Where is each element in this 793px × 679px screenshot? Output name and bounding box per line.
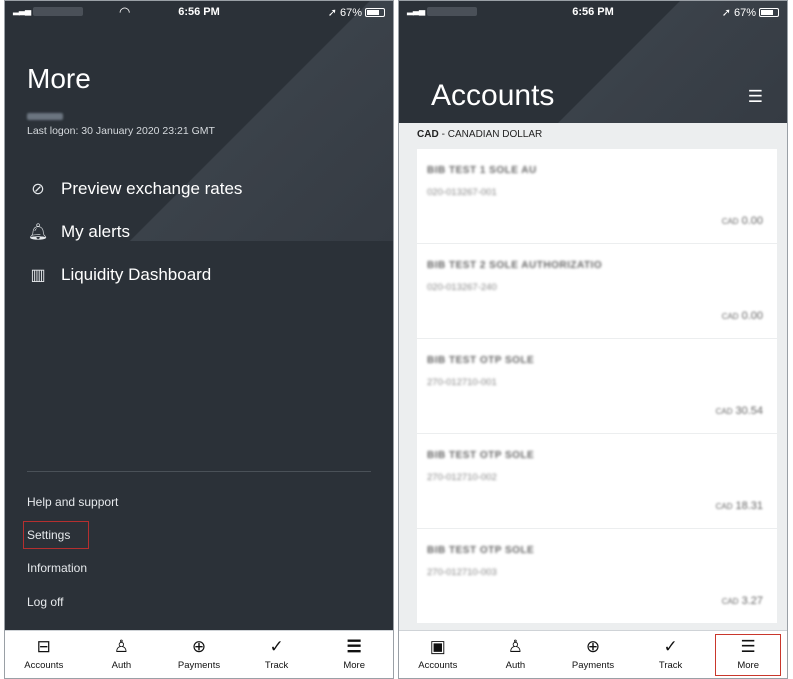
menu-item-label: Preview exchange rates bbox=[61, 179, 243, 198]
status-bar: ▂▃▄ ◠ 6:56 PM ➚ 67% bbox=[5, 1, 393, 23]
nav-label: Accounts bbox=[24, 660, 64, 671]
menu-icon: ☰ bbox=[346, 637, 362, 656]
payments-icon: ⊕ bbox=[191, 637, 207, 656]
information-link[interactable]: Information bbox=[27, 561, 87, 575]
payments-icon: ⊕ bbox=[585, 637, 601, 656]
nav-label: More bbox=[343, 660, 365, 671]
balance-amount: 0.00 bbox=[741, 310, 763, 322]
more-screen: ▂▃▄ ◠ 6:56 PM ➚ 67% More Last logon: 30 … bbox=[4, 0, 394, 679]
account-name: BIB TEST 1 SOLE AU bbox=[427, 165, 537, 176]
accounts-icon: ⊟ bbox=[36, 637, 51, 656]
balance-amount: 18.31 bbox=[735, 500, 763, 512]
account-balance: CAD 3.27 bbox=[722, 595, 763, 607]
balance-currency: CAD bbox=[715, 502, 733, 511]
accounts-icon: ▣ bbox=[429, 637, 446, 656]
accounts-screen: Accounts ☰ ▂▃▄ 6:56 PM ➚ 67% CAD - CANAD… bbox=[398, 0, 788, 679]
section-divider bbox=[27, 471, 371, 472]
page-title: More bbox=[27, 63, 91, 94]
exchange-rate-icon: ⊘ bbox=[31, 181, 45, 198]
settings-link[interactable]: Settings bbox=[27, 528, 70, 542]
nav-label: Track bbox=[264, 660, 289, 671]
last-logon: Last logon: 30 January 2020 23:21 GMT bbox=[27, 125, 215, 137]
menu-item-my-alerts[interactable]: 🔔︎ My alerts bbox=[27, 222, 130, 242]
nav-label: Auth bbox=[111, 660, 132, 671]
filter-sliders-icon[interactable]: ☰ bbox=[748, 87, 763, 107]
account-name: BIB TEST OTP SOLE bbox=[427, 355, 535, 366]
track-icon: ✓ bbox=[269, 637, 284, 656]
account-card[interactable]: BIB TEST OTP SOLE 270-012710-003 CAD 3.27 bbox=[417, 529, 777, 623]
nav-label: Accounts bbox=[418, 660, 458, 671]
nav-payments[interactable]: ⊕ Payments bbox=[554, 631, 632, 678]
menu-item-label: My alerts bbox=[61, 222, 130, 241]
account-balance: CAD 0.00 bbox=[722, 310, 763, 322]
help-and-support-link[interactable]: Help and support bbox=[27, 495, 118, 509]
balance-amount: 30.54 bbox=[735, 405, 763, 417]
nav-label: Payments bbox=[571, 660, 615, 671]
account-balance: CAD 30.54 bbox=[716, 405, 763, 417]
nav-track[interactable]: ✓ Track bbox=[238, 631, 316, 678]
balance-currency: CAD bbox=[715, 407, 733, 416]
account-number: 270-012710-001 bbox=[427, 377, 497, 388]
bell-icon: 🔔︎ bbox=[27, 224, 49, 241]
battery-icon bbox=[365, 8, 385, 17]
battery-indicator: ➚ 67% bbox=[722, 6, 779, 19]
nav-label: Track bbox=[658, 660, 683, 671]
account-balance: CAD 0.00 bbox=[722, 215, 763, 227]
location-arrow-icon: ➚ bbox=[721, 7, 731, 19]
log-off-link[interactable]: Log off bbox=[27, 595, 63, 609]
account-name: BIB TEST OTP SOLE bbox=[427, 450, 535, 461]
menu-item-label: Liquidity Dashboard bbox=[61, 265, 212, 284]
balance-currency: CAD bbox=[721, 217, 739, 226]
account-number: 020-013267-001 bbox=[427, 187, 497, 198]
battery-percent: 67% bbox=[733, 6, 756, 19]
account-card[interactable]: BIB TEST OTP SOLE 270-012710-001 CAD 30.5… bbox=[417, 339, 777, 433]
account-balance: CAD 18.31 bbox=[716, 500, 763, 512]
account-number: 270-012710-002 bbox=[427, 472, 497, 483]
account-number: 020-013267-240 bbox=[427, 282, 497, 293]
header-decoration bbox=[5, 1, 393, 241]
location-arrow-icon: ➚ bbox=[327, 7, 337, 19]
nav-more[interactable]: ☰ More bbox=[709, 631, 787, 678]
bottom-nav: ▣ Accounts ♙ Auth ⊕ Payments ✓ Track ☰ M… bbox=[399, 630, 787, 678]
account-name: BIB TEST 2 SOLE AUTHORIZATIO bbox=[427, 260, 603, 271]
account-number: 270-012710-003 bbox=[427, 567, 497, 578]
currency-code: CAD bbox=[417, 128, 439, 140]
nav-accounts[interactable]: ⊟ Accounts bbox=[5, 631, 83, 678]
account-card[interactable]: BIB TEST OTP SOLE 270-012710-002 CAD 18.3… bbox=[417, 434, 777, 528]
menu-item-preview-exchange-rates[interactable]: ⊘ Preview exchange rates bbox=[27, 179, 242, 199]
account-card[interactable]: BIB TEST 2 SOLE AUTHORIZATIO 020-013267-… bbox=[417, 244, 777, 338]
nav-accounts[interactable]: ▣ Accounts bbox=[399, 631, 477, 678]
nav-label: Payments bbox=[177, 660, 221, 671]
nav-payments[interactable]: ⊕ Payments bbox=[160, 631, 238, 678]
balance-currency: CAD bbox=[721, 312, 739, 321]
bottom-nav: ⊟ Accounts ♙ Auth ⊕ Payments ✓ Track ☰ M… bbox=[5, 630, 393, 678]
account-card[interactable]: BIB TEST 1 SOLE AU 020-013267-001 CAD 0.0… bbox=[417, 149, 777, 243]
battery-percent: 67% bbox=[339, 6, 362, 19]
menu-item-liquidity-dashboard[interactable]: ▥ Liquidity Dashboard bbox=[27, 265, 211, 285]
currency-name: - CANADIAN DOLLAR bbox=[441, 128, 543, 140]
account-name: BIB TEST OTP SOLE bbox=[427, 545, 535, 556]
nav-track[interactable]: ✓ Track bbox=[632, 631, 710, 678]
battery-icon bbox=[759, 8, 779, 17]
balance-amount: 3.27 bbox=[741, 595, 763, 607]
nav-label: Auth bbox=[505, 660, 526, 671]
currency-group-header: CAD - CANADIAN DOLLAR bbox=[399, 123, 787, 145]
auth-stamp-icon: ♙ bbox=[113, 637, 130, 656]
status-bar: ▂▃▄ 6:56 PM ➚ 67% bbox=[399, 1, 787, 23]
page-title: Accounts bbox=[431, 79, 555, 112]
balance-amount: 0.00 bbox=[741, 215, 763, 227]
account-list: BIB TEST 1 SOLE AU 020-013267-001 CAD 0.0… bbox=[417, 149, 777, 624]
auth-stamp-icon: ♙ bbox=[507, 637, 524, 656]
accounts-list-area: CAD - CANADIAN DOLLAR BIB TEST 1 SOLE AU… bbox=[399, 123, 787, 630]
nav-auth[interactable]: ♙ Auth bbox=[477, 631, 555, 678]
dashboard-chart-icon: ▥ bbox=[30, 267, 46, 284]
nav-more[interactable]: ☰ More bbox=[315, 631, 393, 678]
balance-currency: CAD bbox=[721, 597, 739, 606]
user-name-redacted bbox=[27, 113, 63, 120]
nav-auth[interactable]: ♙ Auth bbox=[83, 631, 161, 678]
more-highlight-box bbox=[715, 634, 781, 676]
battery-indicator: ➚ 67% bbox=[328, 6, 385, 19]
track-icon: ✓ bbox=[663, 637, 678, 656]
